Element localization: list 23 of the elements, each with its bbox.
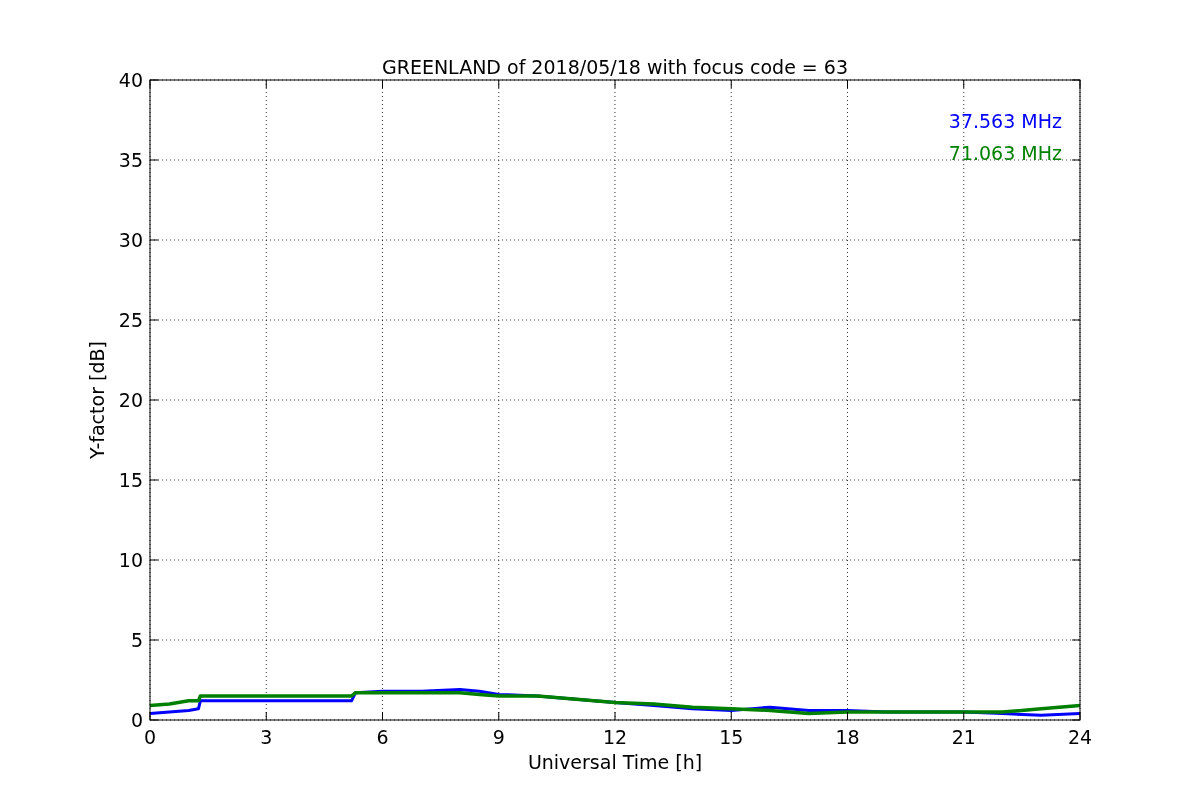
tick-label: 18 [835, 726, 860, 748]
axis-label: Y-factor [dB] [86, 341, 108, 459]
tick-label: 24 [1067, 726, 1093, 748]
legend-label: 37.563 MHz [948, 110, 1062, 132]
tick-label: 35 [118, 149, 143, 171]
tick-label: 0 [143, 726, 157, 748]
tick-label: 9 [492, 726, 505, 748]
tick-label: 20 [118, 389, 143, 411]
tick-label: 21 [951, 726, 976, 748]
tick-label: 15 [719, 726, 744, 748]
tick-label: 5 [130, 629, 143, 651]
tick-label: 30 [118, 229, 143, 251]
tick-label: 40 [118, 69, 143, 91]
tick-label: 12 [602, 726, 628, 748]
tick-label: 25 [118, 309, 143, 331]
axis-label: Universal Time [h] [527, 751, 703, 773]
tick-label: 10 [118, 549, 143, 571]
tick-label: 6 [376, 726, 389, 748]
chart-title: GREENLAND of 2018/05/18 with focus code = 63 [382, 56, 848, 78]
tick-label: 0 [130, 709, 143, 731]
tick-label: 15 [118, 469, 143, 491]
tick-label: 3 [260, 726, 273, 748]
legend-label: 71.063 MHz [948, 142, 1062, 164]
